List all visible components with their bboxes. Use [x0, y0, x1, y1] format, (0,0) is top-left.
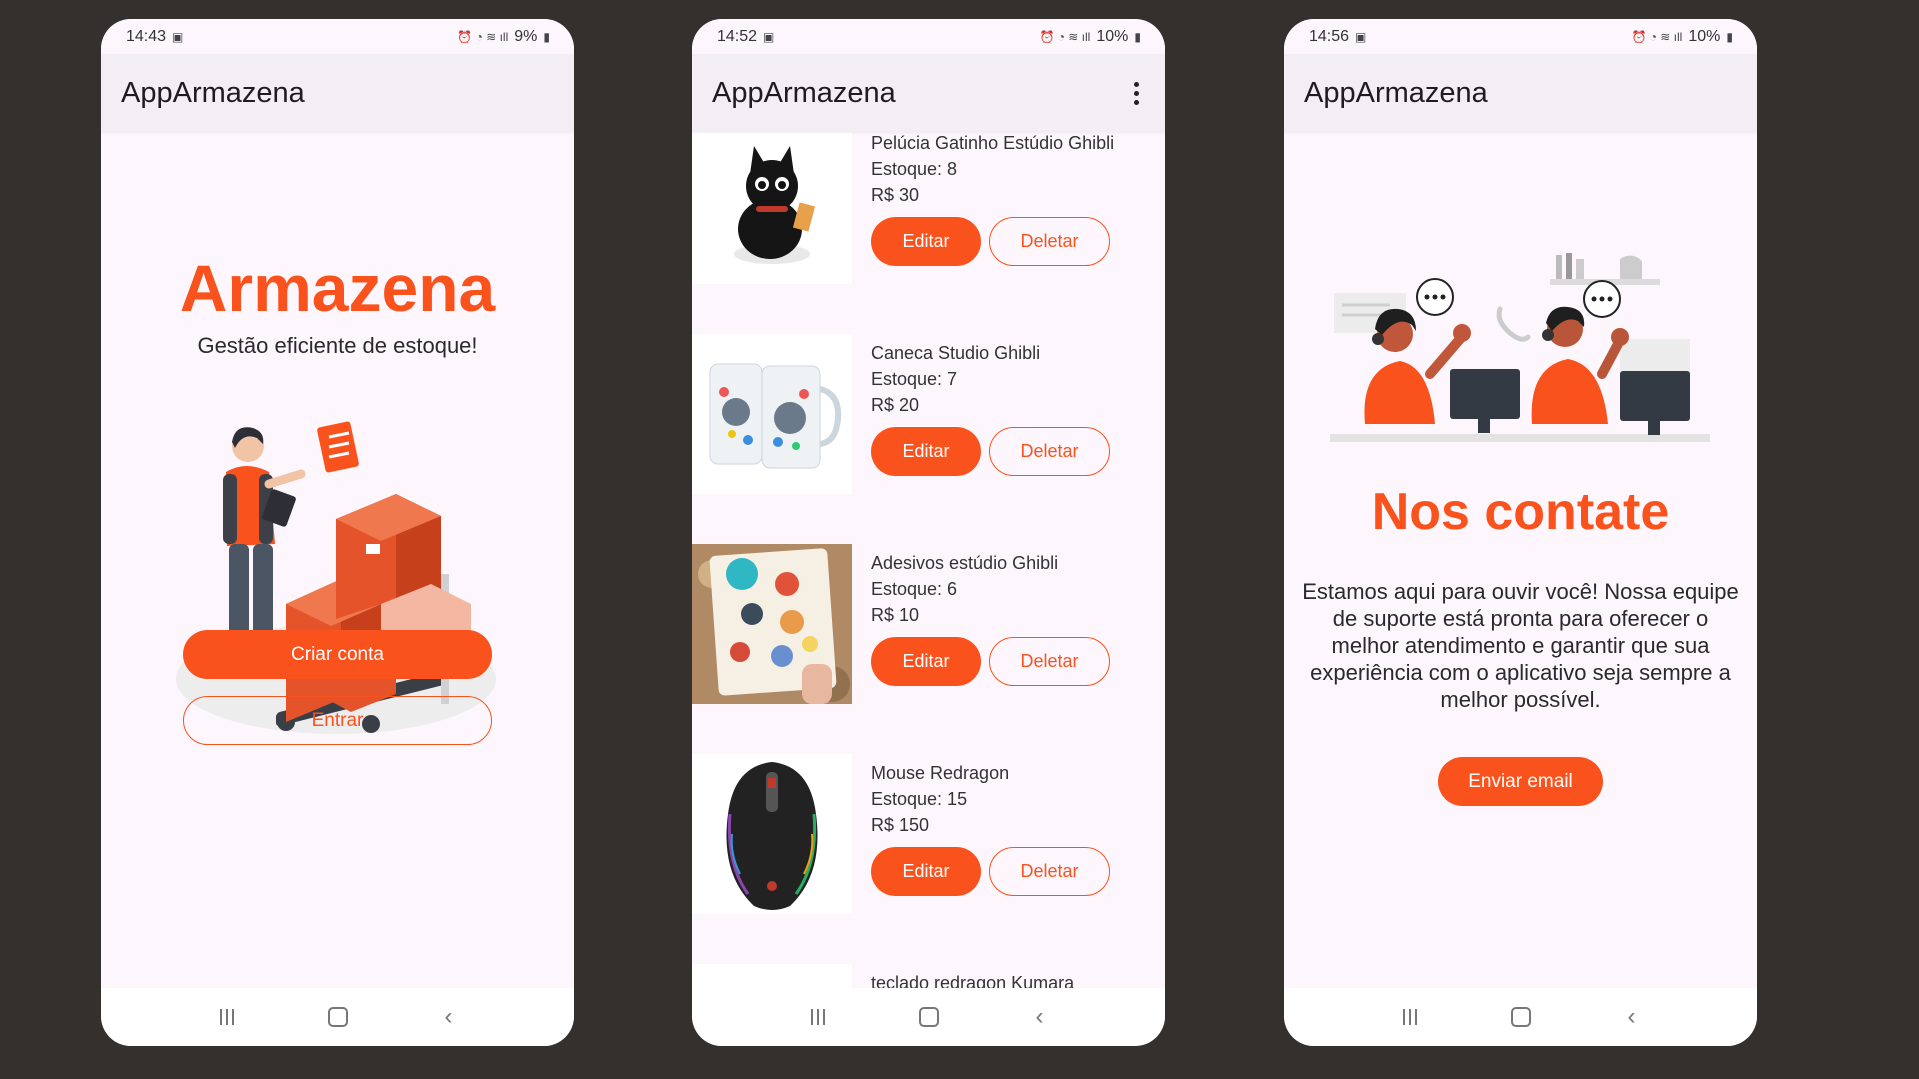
contact-description: Estamos aqui para ouvir você! Nossa equi…: [1302, 579, 1739, 712]
warehouse-worker-illustration: [176, 421, 496, 734]
edit-button[interactable]: Editar: [871, 217, 981, 266]
contact-title: Nos contate: [1371, 483, 1670, 541]
product-price: R$ 150: [871, 815, 930, 835]
product-price: R$ 30: [871, 185, 920, 205]
delete-button[interactable]: Deletar: [989, 637, 1110, 686]
product-price: R$ 10: [871, 605, 920, 625]
product-stock: Estoque: 7: [871, 369, 958, 389]
signal-icons: ⏰ ◔ ≋ ıll: [457, 29, 509, 44]
app-title: AppArmazena: [712, 76, 896, 109]
product-stock: Estoque: 15: [871, 789, 968, 809]
system-nav-bar: ‹: [692, 988, 1165, 1046]
battery-icon: ▮: [1134, 29, 1141, 44]
phone-screen-products: 14:52 ▣ ⏰ ◔ ≋ ıll 10% ▮ AppArmazena Pelú…: [692, 19, 1165, 1046]
recents-button[interactable]: [1390, 997, 1430, 1037]
home-button[interactable]: [1501, 997, 1541, 1037]
product-stock: Estoque: 8: [871, 159, 958, 179]
app-bar: AppArmazena: [692, 54, 1165, 132]
create-account-button[interactable]: Criar conta: [183, 630, 492, 679]
list-item: Pelúcia Gatinho Estúdio Ghibli Estoque: …: [692, 132, 1165, 284]
gallery-notification-icon: ▣: [1355, 29, 1367, 44]
recents-button[interactable]: [207, 997, 247, 1037]
app-title: AppArmazena: [121, 76, 305, 109]
product-name: teclado redragon Kumara: [871, 973, 1075, 988]
home-button[interactable]: [909, 997, 949, 1037]
phone-screen-contact: 14:56 ▣ ⏰ ◔ ≋ ıll 10% ▮ AppArmazena Nos …: [1284, 19, 1757, 1046]
send-email-button[interactable]: Enviar email: [1438, 757, 1603, 806]
product-image: [692, 754, 852, 914]
tagline: Gestão eficiente de estoque!: [197, 333, 478, 358]
edit-button[interactable]: Editar: [871, 847, 981, 896]
battery-percent: 10%: [1688, 27, 1721, 45]
product-name: Mouse Redragon: [871, 763, 1010, 783]
delete-button[interactable]: Deletar: [989, 427, 1110, 476]
product-price: R$ 20: [871, 395, 920, 415]
edit-button[interactable]: Editar: [871, 637, 981, 686]
product-image: [692, 964, 852, 988]
home-button[interactable]: [318, 997, 358, 1037]
brand-title: Armazena: [179, 251, 496, 325]
system-nav-bar: ‹: [101, 988, 574, 1046]
product-name: Pelúcia Gatinho Estúdio Ghibli: [871, 133, 1115, 153]
product-name: Adesivos estúdio Ghibli: [871, 553, 1059, 573]
product-image: [692, 334, 852, 494]
recents-button[interactable]: [798, 997, 838, 1037]
signal-icons: ⏰ ◔ ≋ ıll: [1631, 29, 1683, 44]
gallery-notification-icon: ▣: [763, 29, 775, 44]
product-image: [692, 132, 852, 284]
product-list[interactable]: Pelúcia Gatinho Estúdio Ghibli Estoque: …: [692, 132, 1165, 988]
delete-button[interactable]: Deletar: [989, 217, 1110, 266]
status-time: 14:52: [717, 27, 758, 45]
overflow-menu-icon[interactable]: [1130, 78, 1143, 109]
app-title: AppArmazena: [1304, 76, 1488, 109]
back-icon[interactable]: ‹: [1612, 997, 1652, 1037]
status-bar: 14:52 ▣ ⏰ ◔ ≋ ıll 10% ▮: [692, 19, 1165, 54]
battery-percent: 9%: [514, 27, 538, 45]
product-image: [692, 544, 852, 704]
status-time: 14:43: [126, 27, 167, 45]
app-bar: AppArmazena: [101, 54, 574, 132]
edit-button[interactable]: Editar: [871, 427, 981, 476]
app-bar: AppArmazena: [1284, 54, 1757, 132]
phone-screen-welcome: 14:43 ▣ ⏰ ◔ ≋ ıll 9% ▮ AppArmazena Armaz…: [101, 19, 574, 1046]
login-button[interactable]: Entrar: [183, 696, 492, 745]
delete-button[interactable]: Deletar: [989, 847, 1110, 896]
list-item: Adesivos estúdio Ghibli Estoque: 6 R$ 10…: [692, 544, 1165, 704]
product-stock: Estoque: 6: [871, 579, 958, 599]
status-bar: 14:56 ▣ ⏰ ◔ ≋ ıll 10% ▮: [1284, 19, 1757, 54]
list-item: Caneca Studio Ghibli Estoque: 7 R$ 20 Ed…: [692, 334, 1165, 494]
back-icon[interactable]: ‹: [429, 997, 469, 1037]
support-agents-illustration: [1330, 253, 1710, 442]
list-item: Mouse Redragon Estoque: 15 R$ 150 Editar…: [692, 754, 1165, 914]
battery-icon: ▮: [1726, 29, 1733, 44]
signal-icons: ⏰ ◔ ≋ ıll: [1039, 29, 1091, 44]
gallery-notification-icon: ▣: [172, 29, 184, 44]
product-name: Caneca Studio Ghibli: [871, 343, 1041, 363]
status-time: 14:56: [1309, 27, 1350, 45]
battery-percent: 10%: [1096, 27, 1129, 45]
system-nav-bar: ‹: [1284, 988, 1757, 1046]
battery-icon: ▮: [543, 29, 550, 44]
list-item: teclado redragon Kumara: [692, 964, 1165, 988]
back-icon[interactable]: ‹: [1020, 997, 1060, 1037]
status-bar: 14:43 ▣ ⏰ ◔ ≋ ıll 9% ▮: [101, 19, 574, 54]
